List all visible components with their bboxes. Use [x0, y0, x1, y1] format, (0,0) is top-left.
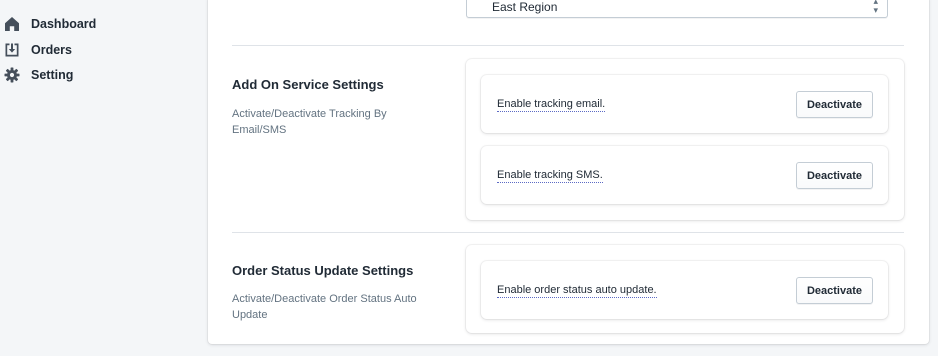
section-title-add-on: Add On Service Settings: [232, 77, 384, 92]
section-desc-add-on: Activate/Deactivate Tracking By Email/SM…: [232, 108, 387, 136]
home-icon: [1, 13, 23, 35]
sidebar-item-dashboard[interactable]: Dashboard: [0, 12, 180, 36]
sidebar-item-label: Setting: [31, 68, 74, 82]
order-status-auto-update-row: Enable order status auto update. Deactiv…: [481, 261, 888, 319]
section-divider: [232, 45, 904, 46]
tracking-sms-label: Enable tracking SMS.: [497, 169, 603, 183]
sidebar: Dashboard Orders Setting: [0, 0, 190, 356]
sidebar-item-orders[interactable]: Orders: [0, 38, 180, 62]
region-select-value: East Region: [492, 0, 558, 14]
select-arrows-icon: ▴ ▾: [873, 0, 878, 15]
section-divider: [232, 232, 904, 233]
sidebar-item-label: Dashboard: [31, 17, 97, 31]
order-status-auto-update-label: Enable order status auto update.: [497, 284, 657, 298]
sidebar-item-setting[interactable]: Setting: [0, 63, 180, 87]
region-select[interactable]: East Region ▴ ▾: [466, 0, 888, 18]
tracking-email-row: Enable tracking email. Deactivate: [481, 75, 888, 133]
deactivate-tracking-email-button[interactable]: Deactivate: [796, 91, 873, 118]
sidebar-item-label: Orders: [31, 43, 72, 57]
gear-icon: [1, 64, 23, 86]
orders-download-icon: [1, 39, 23, 61]
deactivate-order-status-button[interactable]: Deactivate: [796, 277, 873, 304]
tracking-email-label: Enable tracking email.: [497, 98, 606, 112]
deactivate-tracking-sms-button[interactable]: Deactivate: [796, 162, 873, 189]
section-desc-order-status: Activate/Deactivate Order Status Auto Up…: [232, 293, 417, 321]
section-title-order-status: Order Status Update Settings: [232, 263, 414, 278]
tracking-sms-row: Enable tracking SMS. Deactivate: [481, 146, 888, 204]
